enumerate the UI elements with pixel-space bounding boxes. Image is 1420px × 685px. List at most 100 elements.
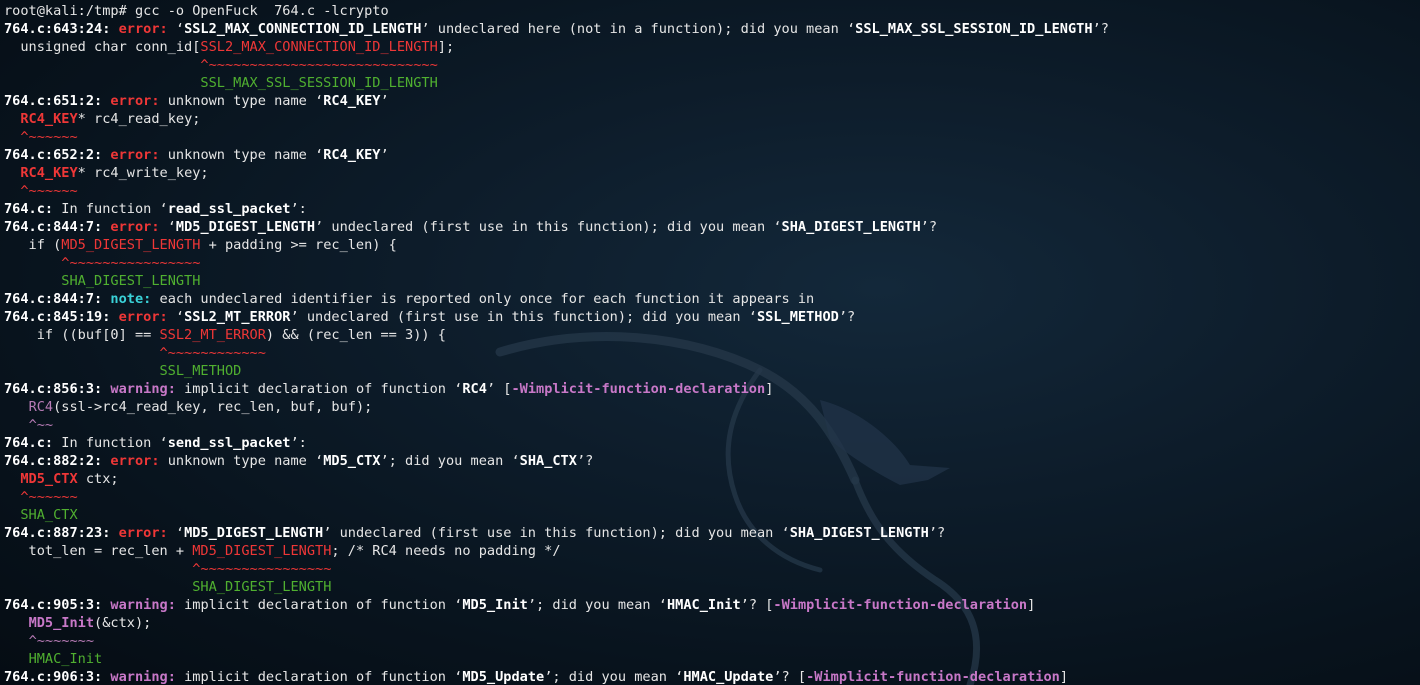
output-segment: SSL_MAX_SSL_SESSION_ID_LENGTH <box>200 75 438 91</box>
output-segment <box>4 633 29 649</box>
output-segment: ^~~~~~~ <box>20 489 78 505</box>
output-line: ^~~~~~~ <box>4 488 1420 506</box>
output-segment: ’: <box>290 435 307 451</box>
output-segment: ^~~~~~~ <box>20 129 78 145</box>
output-segment: implicit declaration of function ‘ <box>184 669 463 685</box>
output-segment: 764.c: <box>4 201 54 217</box>
output-segment: ’? <box>920 219 938 235</box>
output-segment: note: <box>110 291 160 307</box>
output-segment: RC4_KEY <box>323 147 381 163</box>
output-segment: ‘ <box>175 309 185 325</box>
output-segment: error: <box>110 93 168 109</box>
output-segment: warning: <box>110 669 185 685</box>
output-segment: error: <box>110 147 168 163</box>
output-segment: ’; did you mean ‘ <box>527 597 667 613</box>
prompt-line: root@kali:/tmp# gcc -o OpenFuck 764.c -l… <box>4 2 1420 20</box>
output-segment: MD5_DIGEST_LENGTH <box>192 543 332 559</box>
output-line: 764.c: In function ‘send_ssl_packet’: <box>4 434 1420 452</box>
output-segment <box>4 255 61 271</box>
output-segment: In function ‘ <box>53 201 168 217</box>
output-line: tot_len = rec_len + MD5_DIGEST_LENGTH; /… <box>4 542 1420 560</box>
output-line: ^~~~~~~~~~~~~~~~~~~~~~~~~~~~~ <box>4 56 1420 74</box>
output-line: unsigned char conn_id[SSL2_MAX_CONNECTIO… <box>4 38 1420 56</box>
output-segment: SHA_DIGEST_LENGTH <box>789 525 929 541</box>
output-segment: ’? <box>576 453 594 469</box>
output-segment: SHA_DIGEST_LENGTH <box>61 273 201 289</box>
output-segment: -Wimplicit-function-declaration <box>773 597 1028 613</box>
output-segment: ‘ <box>167 219 176 235</box>
output-line: RC4_KEY* rc4_read_key; <box>4 110 1420 128</box>
output-segment: MD5_CTX <box>323 453 381 469</box>
output-line: 764.c:905:3: warning: implicit declarati… <box>4 596 1420 614</box>
output-segment: 764.c: <box>4 435 54 451</box>
output-line: ^~~~~~~~~~~~~~~~~ <box>4 254 1420 272</box>
output-segment: SHA_DIGEST_LENGTH <box>192 579 332 595</box>
output-segment: * rc4_write_key; <box>77 165 209 181</box>
shell-command: gcc -o OpenFuck 764.c -lcrypto <box>134 3 389 19</box>
output-segment: RC4 <box>462 381 487 397</box>
output-segment: SSL2_MAX_CONNECTION_ID_LENGTH <box>184 21 422 37</box>
output-segment: ’? <box>838 309 856 325</box>
output-segment: unsigned char conn_id[ <box>4 39 201 55</box>
output-line: 764.c:887:23: error: ‘MD5_DIGEST_LENGTH’… <box>4 524 1420 542</box>
output-segment: send_ssl_packet <box>167 435 291 451</box>
output-segment: -Wimplicit-function-declaration <box>511 381 766 397</box>
output-line: SSL_METHOD <box>4 362 1420 380</box>
output-line: 764.c:844:7: note: each undeclared ident… <box>4 290 1420 308</box>
output-segment: error: <box>118 525 176 541</box>
output-segment: * rc4_read_key; <box>77 111 201 127</box>
output-segment <box>4 345 160 361</box>
output-segment: ^~~~~~~~~~~~~~~~~~~~~~~~~~~~~ <box>200 57 438 73</box>
output-segment: SHA_CTX <box>519 453 577 469</box>
output-segment: 764.c:856:3: <box>4 381 111 397</box>
output-segment: error: <box>118 309 176 325</box>
output-line: SSL_MAX_SSL_SESSION_ID_LENGTH <box>4 74 1420 92</box>
output-segment: ^~~ <box>28 417 54 433</box>
output-segment: HMAC_Init <box>666 597 741 613</box>
output-segment: (ssl->rc4_read_key, rec_len, buf, buf); <box>53 399 373 415</box>
output-segment: SSL_METHOD <box>756 309 839 325</box>
output-segment: ^~~~~~~~~~~~~~~~~ <box>192 561 332 577</box>
compiler-output: 764.c:643:24: error: ‘SSL2_MAX_CONNECTIO… <box>4 20 1420 685</box>
output-segment: ] <box>1027 597 1036 613</box>
output-segment: RC4_KEY <box>20 165 78 181</box>
output-segment <box>4 399 29 415</box>
output-segment: SSL2_MAX_CONNECTION_ID_LENGTH <box>200 39 438 55</box>
output-segment <box>4 651 29 667</box>
output-segment: HMAC_Init <box>28 651 103 667</box>
output-segment <box>4 363 160 379</box>
output-segment: 764.c:882:2: <box>4 453 111 469</box>
output-line: HMAC_Init <box>4 650 1420 668</box>
output-line: ^~~~~~~~ <box>4 632 1420 650</box>
output-segment: MD5_Update <box>462 669 545 685</box>
output-segment: MD5_Init <box>28 615 95 631</box>
output-segment: error: <box>110 219 168 235</box>
output-segment <box>4 183 20 199</box>
output-segment: ^~~~~~~~ <box>28 633 95 649</box>
output-line: ^~~~~~~~~~~~~ <box>4 344 1420 362</box>
output-line: ^~~~~~~ <box>4 128 1420 146</box>
output-segment: ’ undeclared (first use in this function… <box>323 525 790 541</box>
output-line: MD5_CTX ctx; <box>4 470 1420 488</box>
output-segment: warning: <box>110 597 185 613</box>
output-segment: ‘ <box>175 21 185 37</box>
output-segment: HMAC_Update <box>683 669 774 685</box>
output-line: 764.c:844:7: error: ‘MD5_DIGEST_LENGTH’ … <box>4 218 1420 236</box>
output-segment: ’ undeclared here (not in a function); d… <box>421 21 856 37</box>
output-segment: SSL2_MT_ERROR <box>184 309 291 325</box>
output-line: 764.c:856:3: warning: implicit declarati… <box>4 380 1420 398</box>
output-segment: ’ undeclared (first use in this function… <box>315 219 782 235</box>
output-segment: 764.c:652:2: <box>4 147 111 163</box>
output-segment: unknown type name ‘ <box>167 93 324 109</box>
output-line: MD5_Init(&ctx); <box>4 614 1420 632</box>
output-segment: ’; did you mean ‘ <box>380 453 520 469</box>
output-segment: ] <box>765 381 774 397</box>
output-segment: 764.c:643:24: <box>4 21 119 37</box>
output-segment: ’; did you mean ‘ <box>544 669 684 685</box>
output-segment: SHA_CTX <box>20 507 78 523</box>
output-line: SHA_DIGEST_LENGTH <box>4 272 1420 290</box>
output-segment <box>4 165 20 181</box>
output-segment: MD5_CTX <box>20 471 78 487</box>
output-segment <box>4 111 20 127</box>
output-line: SHA_DIGEST_LENGTH <box>4 578 1420 596</box>
